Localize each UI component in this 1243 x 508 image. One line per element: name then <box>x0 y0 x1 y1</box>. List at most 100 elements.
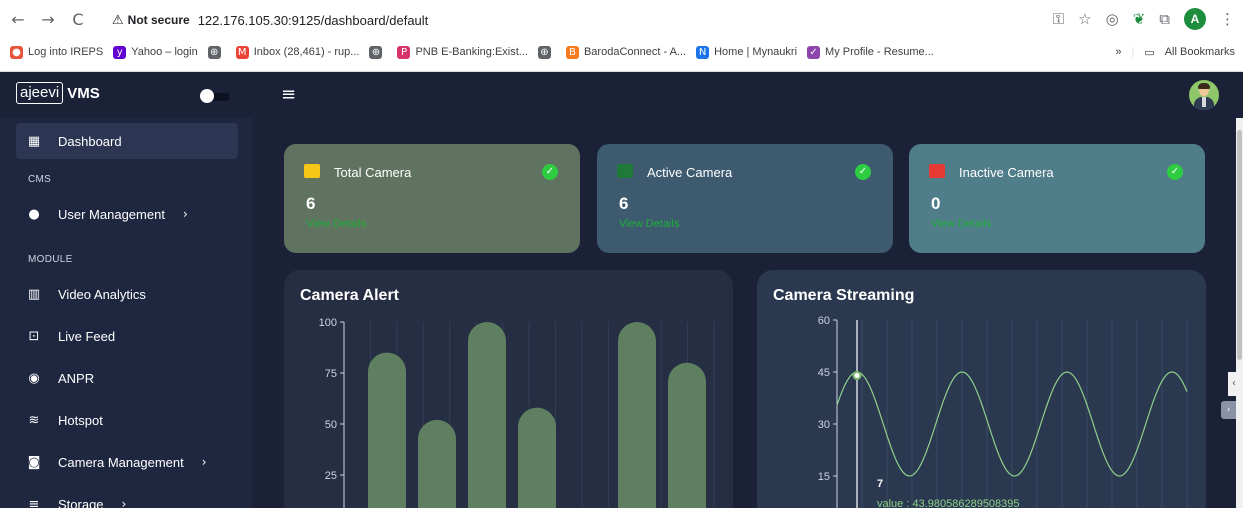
browser-chrome: ← → C ⚠ Not secure 122.176.105.30:9125/d… <box>0 0 1243 72</box>
bookmark-icon: B <box>565 45 579 59</box>
user-avatar[interactable] <box>1189 80 1219 110</box>
sidebar-item-camera-management[interactable]: ◙ Camera Management › <box>16 444 238 480</box>
alert-bar[interactable] <box>518 407 556 508</box>
bookmark-item[interactable]: ⊕ <box>207 45 226 59</box>
side-collapse-icon[interactable]: ‹ <box>1228 372 1240 396</box>
theme-toggle[interactable] <box>200 89 230 103</box>
bookmark-label: PNB E-Banking:Exist... <box>415 46 528 58</box>
bookmark-icon: ⊕ <box>369 45 383 59</box>
camera-management-icon: ◙ <box>27 454 41 470</box>
sidebar-item-anpr[interactable]: ◉ ANPR <box>16 360 238 396</box>
check-circle-icon: ✓ <box>855 164 871 180</box>
bookmark-icon: y <box>113 45 127 59</box>
address-bar[interactable]: ⚠ Not secure 122.176.105.30:9125/dashboa… <box>112 6 1012 34</box>
sidebar-item-label: Camera Management <box>58 454 184 470</box>
sidebar-item-label: Dashboard <box>58 133 122 149</box>
sidebar-item-hotspot[interactable]: ≋ Hotspot <box>16 402 238 438</box>
storage-icon: ≡ <box>28 496 40 508</box>
forward-icon[interactable]: → <box>36 7 60 31</box>
alert-bar[interactable] <box>668 362 706 508</box>
browser-nav-row: ← → C ⚠ Not secure 122.176.105.30:9125/d… <box>0 0 1243 38</box>
reload-icon[interactable]: C <box>66 7 90 31</box>
sidebar-item-dashboard[interactable]: ▦ Dashboard <box>16 123 238 159</box>
check-circle-icon: ✓ <box>1167 164 1183 180</box>
star-icon[interactable]: ☆ <box>1078 10 1091 28</box>
highlight-point[interactable] <box>852 371 862 381</box>
side-drawer-tab[interactable]: › <box>1221 401 1236 419</box>
url-text[interactable]: 122.176.105.30:9125/dashboard/default <box>198 13 429 28</box>
bookmark-label: My Profile - Resume... <box>825 46 934 58</box>
not-secure-label[interactable]: Not secure <box>128 13 190 27</box>
bookmark-item[interactable]: ⊕ <box>537 45 556 59</box>
app-logo[interactable]: ajeevi VMS <box>16 82 100 104</box>
browser-toolbar-right: ⚿ ☆ ◎ ❦ ⧉ A ⋮ <box>1053 6 1235 32</box>
sidebar-section-label: CMS <box>28 174 52 185</box>
extension-icon[interactable]: ◎ <box>1106 10 1119 28</box>
profile-avatar[interactable]: A <box>1184 8 1206 30</box>
sidebar-item-label: ANPR <box>58 370 95 386</box>
alert-bar[interactable] <box>618 322 656 508</box>
sidebar-item-storage[interactable]: ≡ Storage › <box>16 486 238 508</box>
key-icon[interactable]: ⚿ <box>1053 10 1064 28</box>
sidebar-item-label: Live Feed <box>58 328 116 344</box>
bookmark-icon: P <box>397 45 411 59</box>
sidebar-item-user-management[interactable]: ● User Management › <box>16 196 238 232</box>
bookmark-item[interactable]: ⊕ <box>369 45 387 59</box>
leaf-icon[interactable]: ❦ <box>1133 10 1146 28</box>
chevron-right-icon: › <box>121 497 127 508</box>
alert-bar[interactable] <box>468 322 506 508</box>
more-bookmarks-icon[interactable]: » <box>1115 46 1121 58</box>
folder-icon: ▭ <box>1144 45 1155 59</box>
alert-bar[interactable] <box>368 352 406 508</box>
card-value: 0 <box>931 194 941 213</box>
sidebar-item-label: Storage <box>58 496 104 508</box>
tooltip-value: value : 43.980586289508395 <box>877 498 1020 508</box>
bookmark-label: BarodaConnect - A... <box>583 46 687 58</box>
sidebar-item-video-analytics[interactable]: ▥ Video Analytics <box>16 276 238 312</box>
camera-icon <box>617 164 633 178</box>
view-details-link[interactable]: View Details <box>619 218 679 230</box>
avatar-hair <box>1198 83 1210 89</box>
warning-icon: ⚠ <box>112 12 124 28</box>
kebab-menu-icon[interactable]: ⋮ <box>1220 10 1235 28</box>
scrollbar-thumb[interactable] <box>1237 130 1242 360</box>
camera-streaming-chart: 60 45 30 15 <box>818 315 1188 508</box>
view-details-link[interactable]: View Details <box>931 218 991 230</box>
alert-bar[interactable] <box>418 419 456 508</box>
sidebar-item-live-feed[interactable]: ⊡ Live Feed <box>16 318 238 354</box>
bookmark-label: Yahoo – login <box>131 46 198 58</box>
bookmark-item[interactable]: B BarodaConnect - A... <box>565 45 687 59</box>
view-details-link[interactable]: View Details <box>306 218 366 230</box>
toggle-knob <box>200 89 214 103</box>
bookmark-item[interactable]: M Inbox (28,461) - rup... <box>235 45 359 59</box>
camera-alert-chart: 100 75 50 25 <box>319 317 715 508</box>
y-tick-label: 25 <box>325 470 337 482</box>
bookmark-icon: ✓ <box>807 45 821 59</box>
y-tick-label: 15 <box>818 471 830 483</box>
video-analytics-icon: ▥ <box>27 286 41 302</box>
back-icon[interactable]: ← <box>6 7 30 31</box>
card-title: Active Camera <box>647 165 733 180</box>
puzzle-icon[interactable]: ⧉ <box>1159 10 1170 28</box>
bookmarks-bar: ● Log into IREPS y Yahoo – login ⊕ M Inbox (28… <box>0 38 1243 66</box>
total-camera-card: Total Camera ✓ 6 View Details <box>284 144 580 253</box>
card-title: Total Camera <box>334 165 412 180</box>
all-bookmarks-link[interactable]: All Bookmarks <box>1165 46 1235 58</box>
y-tick-label: 60 <box>818 315 830 327</box>
bookmark-item[interactable]: ● Log into IREPS <box>10 45 103 59</box>
bookmark-item[interactable]: y Yahoo – login <box>113 45 198 59</box>
app-topbar <box>0 72 1243 118</box>
bookmark-divider: | <box>1131 46 1135 58</box>
bookmark-icon: ⊕ <box>537 45 551 59</box>
bookmark-label: Home | Mynaukri <box>714 46 798 58</box>
y-tick-label: 100 <box>319 317 337 329</box>
bookmark-item[interactable]: P PNB E-Banking:Exist... <box>397 45 528 59</box>
bookmark-item[interactable]: N Home | Mynaukri <box>696 45 798 59</box>
bookmark-item[interactable]: ✓ My Profile - Resume... <box>807 45 934 59</box>
active-camera-card: Active Camera ✓ 6 View Details <box>597 144 893 253</box>
hamburger-menu-icon[interactable]: ≡ <box>281 84 296 105</box>
y-tick-label: 30 <box>818 419 830 431</box>
card-value: 6 <box>619 194 629 213</box>
bookmark-icon: ● <box>10 45 23 59</box>
camera-alert-panel: 100 75 50 25 Camera Alert <box>284 270 733 508</box>
